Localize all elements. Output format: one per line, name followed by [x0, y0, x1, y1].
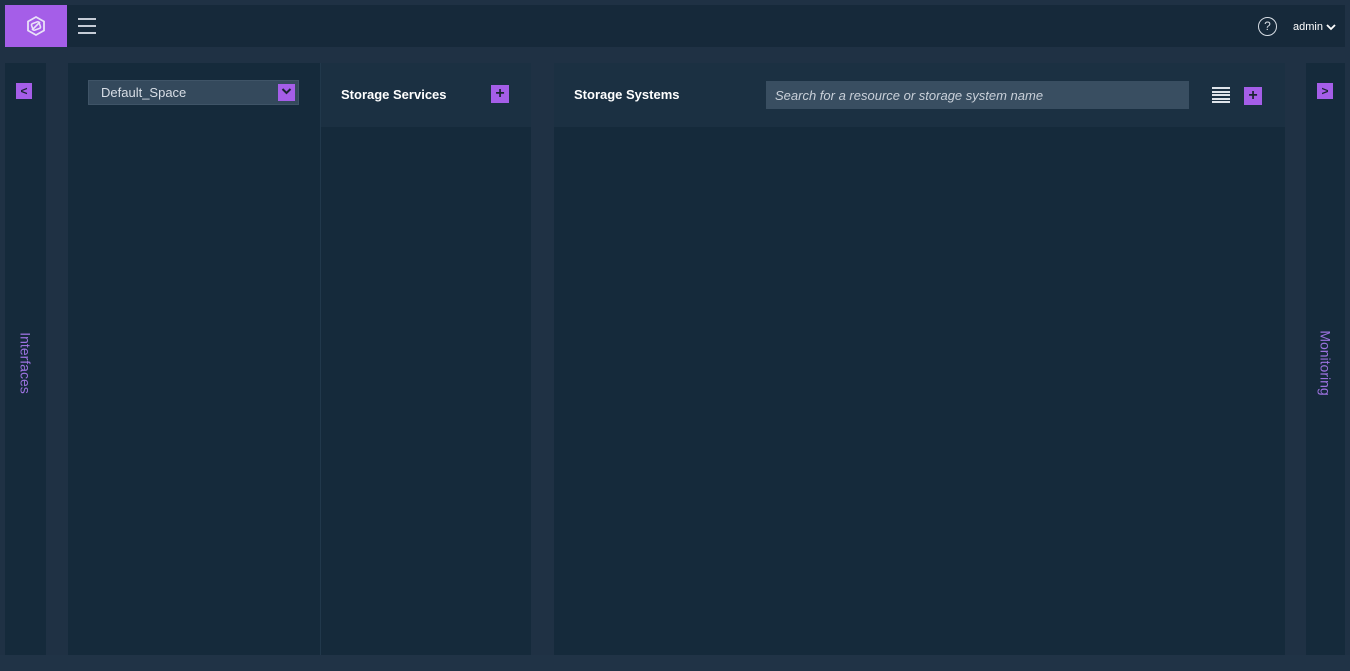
selected-space-label: Default_Space	[101, 85, 187, 100]
expand-right-button[interactable]: >	[1317, 83, 1333, 99]
collapse-left-button[interactable]: <	[16, 83, 32, 99]
hamburger-line	[78, 25, 96, 27]
add-storage-system-button[interactable]: +	[1244, 87, 1262, 105]
list-line	[1212, 94, 1230, 96]
hamburger-line	[78, 18, 96, 20]
spaces-panel: Default_Space Storage Services +	[68, 63, 531, 655]
app-logo[interactable]	[5, 5, 67, 47]
hamburger-icon[interactable]	[78, 15, 100, 37]
list-view-icon[interactable]	[1212, 87, 1230, 103]
user-name: admin	[1293, 21, 1323, 33]
chevron-down-glyph	[281, 88, 292, 95]
list-line	[1212, 87, 1230, 89]
storage-systems-header: Storage Systems +	[554, 63, 1285, 127]
storage-hexagon-logo-icon	[27, 15, 45, 37]
interfaces-tab-label[interactable]: Interfaces	[18, 332, 34, 393]
storage-systems-panel: Storage Systems +	[554, 63, 1285, 655]
storage-systems-title: Storage Systems	[574, 87, 680, 102]
list-line	[1212, 90, 1230, 93]
add-storage-service-button[interactable]: +	[491, 85, 509, 103]
top-bar: ? admin	[5, 5, 1345, 47]
search-input[interactable]	[766, 81, 1189, 109]
monitoring-tab-label[interactable]: Monitoring	[1318, 330, 1334, 395]
help-icon[interactable]: ?	[1258, 17, 1277, 36]
panel-divider	[320, 63, 321, 655]
space-selector[interactable]: Default_Space	[88, 80, 299, 105]
chevron-down-icon[interactable]	[278, 84, 295, 101]
chevron-down-icon	[1326, 24, 1336, 31]
storage-services-title: Storage Services	[341, 87, 447, 102]
list-line	[1212, 97, 1230, 100]
list-line	[1212, 101, 1230, 103]
storage-services-header: Storage Services +	[321, 63, 531, 127]
interfaces-drawer: < Interfaces	[5, 63, 46, 655]
bottom-strip	[0, 655, 1350, 671]
hamburger-line	[78, 32, 96, 34]
user-menu[interactable]: admin	[1293, 17, 1336, 37]
monitoring-drawer: > Monitoring	[1306, 63, 1345, 655]
